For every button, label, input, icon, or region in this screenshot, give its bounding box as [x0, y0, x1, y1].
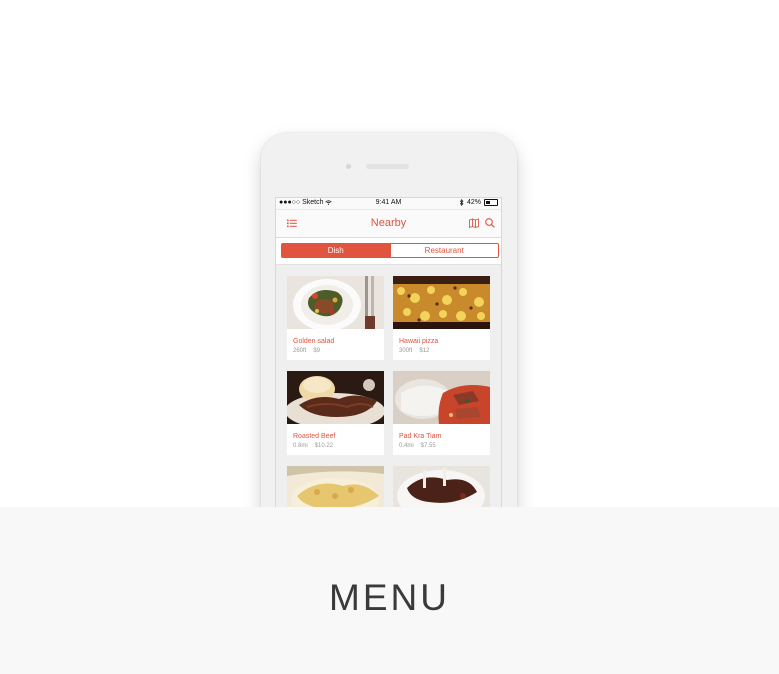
dish-distance: 0.8mi [293, 443, 308, 449]
dish-distance: 0.4mi [399, 443, 414, 449]
section-band: MENU [0, 507, 779, 674]
dish-distance: 300ft [399, 348, 413, 354]
segmented-control: Dish Restaurant [281, 243, 499, 258]
dish-meta: 0.8mi $10.22 [293, 443, 384, 449]
battery-percent: 42% [466, 199, 481, 206]
phone-camera [346, 164, 351, 169]
dish-image [287, 371, 384, 424]
dish-image [393, 276, 490, 329]
dish-distance: 260ft [293, 348, 307, 354]
section-title: MENU [329, 577, 450, 618]
dish-price: $12 [419, 348, 430, 354]
dish-name: Pad Kra Tiam [399, 433, 442, 440]
status-bar: ●●●○○ Sketch 9:41 AM 42% [276, 198, 501, 210]
dish-card[interactable]: Pad Kra Tiam 0.4mi $7.55 [393, 371, 490, 455]
dish-name: Hawaii pizza [399, 338, 439, 345]
dish-price: $10.22 [314, 443, 334, 449]
dish-meta: 300ft $12 [399, 348, 490, 354]
dish-meta: 260ft $9 [293, 348, 384, 354]
dish-grid: Golden salad 260ft $9 Hawaii pizza 300ft… [276, 264, 501, 538]
map-icon[interactable] [467, 216, 481, 230]
battery-icon [484, 199, 498, 206]
bluetooth-icon [459, 199, 464, 206]
status-right: 42% [459, 199, 498, 206]
dish-meta: 0.4mi $7.55 [399, 443, 490, 449]
search-icon[interactable] [483, 216, 497, 230]
dish-image [393, 371, 490, 424]
nav-bar: Nearby [276, 210, 501, 238]
phone-speaker [366, 164, 409, 169]
dish-card[interactable]: Roasted Beef 0.8mi $10.22 [287, 371, 384, 455]
dish-price: $7.55 [420, 443, 436, 449]
dish-name: Golden salad [293, 338, 335, 345]
app-screen: ●●●○○ Sketch 9:41 AM 42% Nearby Dish Res… [275, 197, 502, 539]
segment-restaurant[interactable]: Restaurant [389, 244, 499, 257]
dish-card[interactable]: Hawaii pizza 300ft $12 [393, 276, 490, 360]
dish-card[interactable]: Golden salad 260ft $9 [287, 276, 384, 360]
dish-image [287, 276, 384, 329]
dish-name: Roasted Beef [293, 433, 336, 440]
segment-dish[interactable]: Dish [282, 244, 390, 257]
dish-price: $9 [313, 348, 321, 354]
